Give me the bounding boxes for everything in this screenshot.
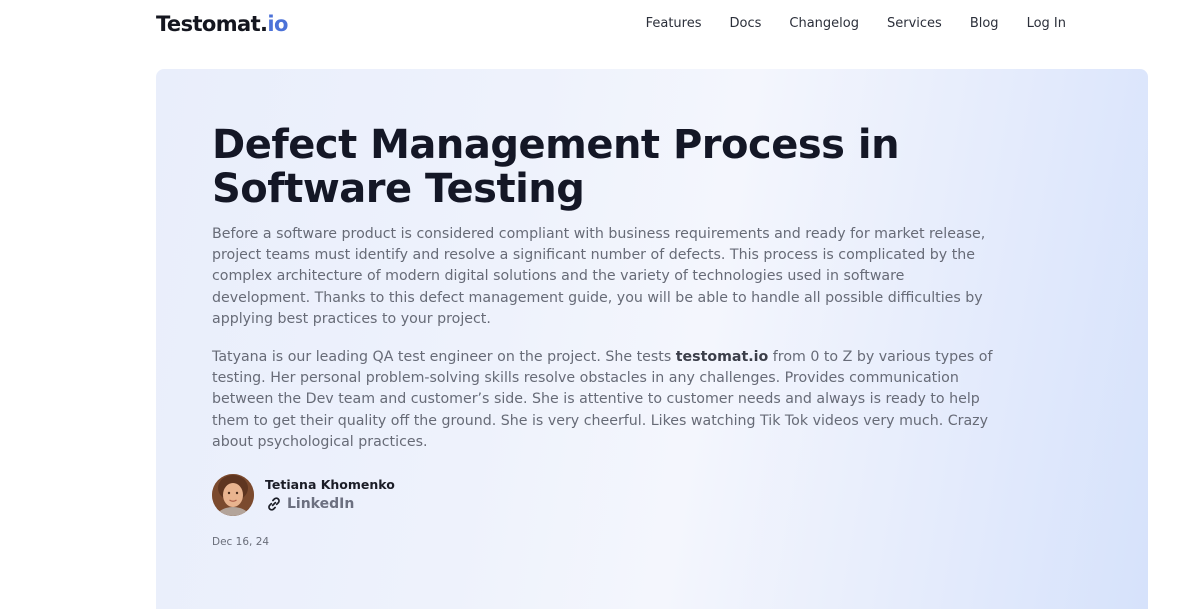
author-name: Tetiana Khomenko — [265, 477, 395, 492]
site-header: Testomat.io Features Docs Changelog Serv… — [0, 0, 1200, 48]
nav-docs[interactable]: Docs — [730, 14, 762, 34]
article-intro: Before a software product is considered … — [212, 226, 986, 327]
nav-changelog[interactable]: Changelog — [789, 14, 859, 34]
publish-date: Dec 16, 24 — [212, 536, 270, 548]
nav-services[interactable]: Services — [887, 14, 942, 34]
article-title: Defect Management Process in Software Te… — [212, 122, 900, 212]
link-icon — [265, 495, 283, 513]
bio-text-start: Tatyana is our leading QA test engineer … — [212, 349, 676, 365]
nav-login[interactable]: Log In — [1027, 14, 1066, 34]
author-avatar[interactable] — [212, 474, 254, 516]
bio-brand: testomat.io — [675, 349, 769, 365]
linkedin-label: LinkedIn — [287, 496, 355, 512]
nav-blog[interactable]: Blog — [970, 14, 999, 34]
testomat-logo[interactable]: Testomat.io — [156, 10, 288, 38]
article-hero: Defect Management Process in Software Te… — [156, 69, 1148, 609]
logo-tld: io — [267, 12, 288, 36]
author-bio: Tatyana is our leading QA test engineer … — [212, 347, 996, 453]
author-linkedin-link[interactable]: LinkedIn — [265, 495, 354, 513]
main-nav: Features Docs Changelog Services Blog Lo… — [618, 14, 1066, 34]
logo-main: Testomat. — [156, 12, 268, 36]
nav-features[interactable]: Features — [646, 14, 702, 34]
avatar-portrait — [212, 474, 254, 516]
